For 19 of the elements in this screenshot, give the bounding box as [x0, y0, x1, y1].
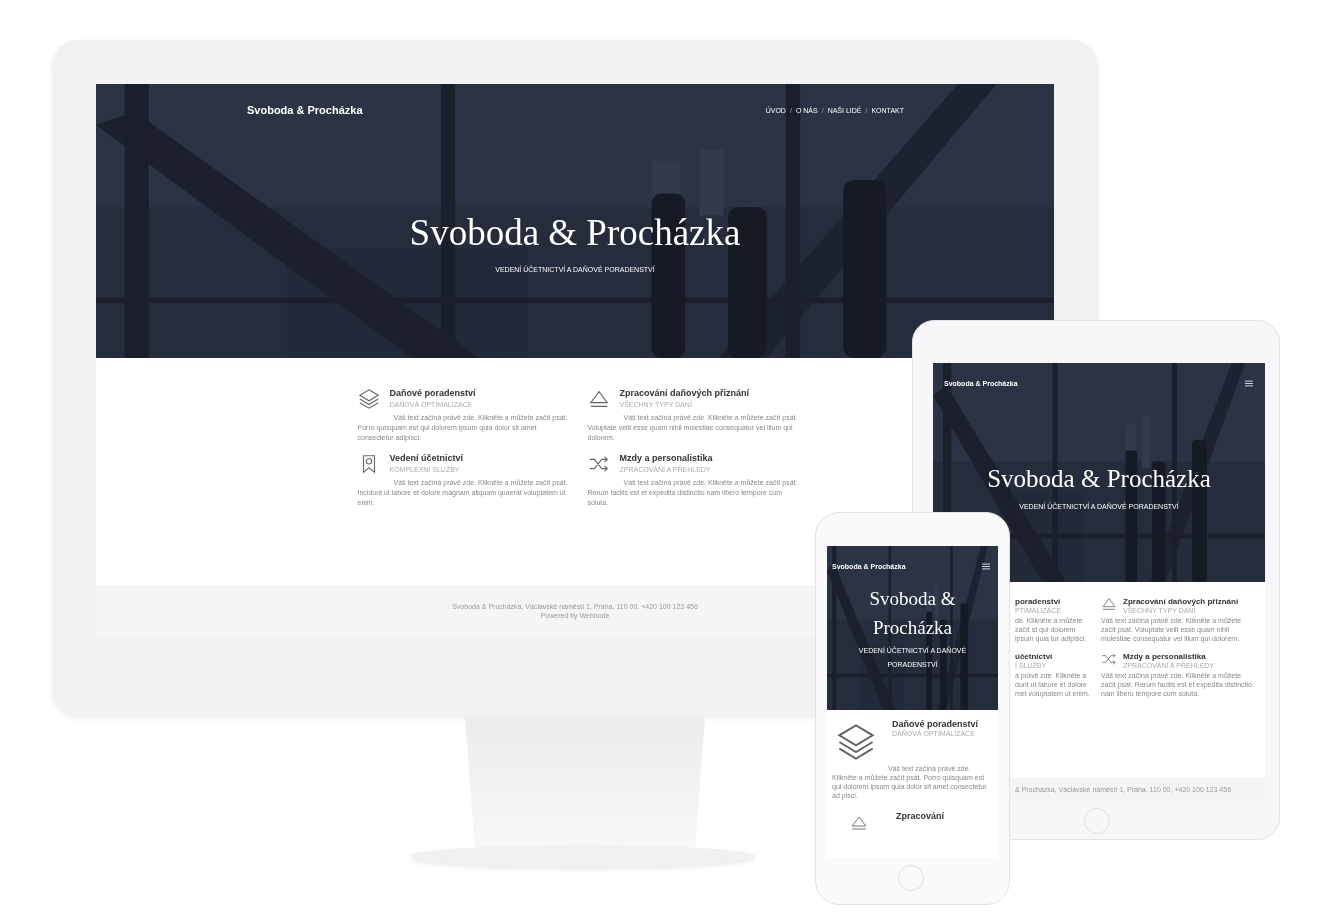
- service-title: Mzdy a personalistika: [1123, 651, 1206, 662]
- service-title: poradenství: [1015, 596, 1061, 607]
- service-title: Mzdy a personalistika: [619, 453, 713, 463]
- service-title: Daňové poradenství: [389, 388, 476, 398]
- layers-icon: [836, 722, 876, 762]
- triangle-icon: [1101, 596, 1117, 612]
- triangle-icon: [850, 814, 868, 832]
- service-title: Vedení účetnictví: [389, 453, 464, 463]
- service-title: Zpracování daňových přiznání: [619, 388, 750, 398]
- site-logo[interactable]: Svoboda & Procházka: [247, 104, 363, 116]
- triangle-icon: [587, 388, 610, 410]
- service-title: Zpracování: [896, 810, 944, 822]
- shuffle-icon: [1101, 651, 1117, 667]
- layers-icon: [357, 388, 380, 410]
- hero-title: Svoboda & Procházka: [409, 211, 741, 254]
- service-title: Zpracování daňových přiznání: [1123, 596, 1239, 607]
- service-title: účetnictví: [1015, 651, 1053, 661]
- service-title: Daňové poradenství: [892, 718, 979, 729]
- hero-title: Svoboda & Procházka: [868, 587, 957, 640]
